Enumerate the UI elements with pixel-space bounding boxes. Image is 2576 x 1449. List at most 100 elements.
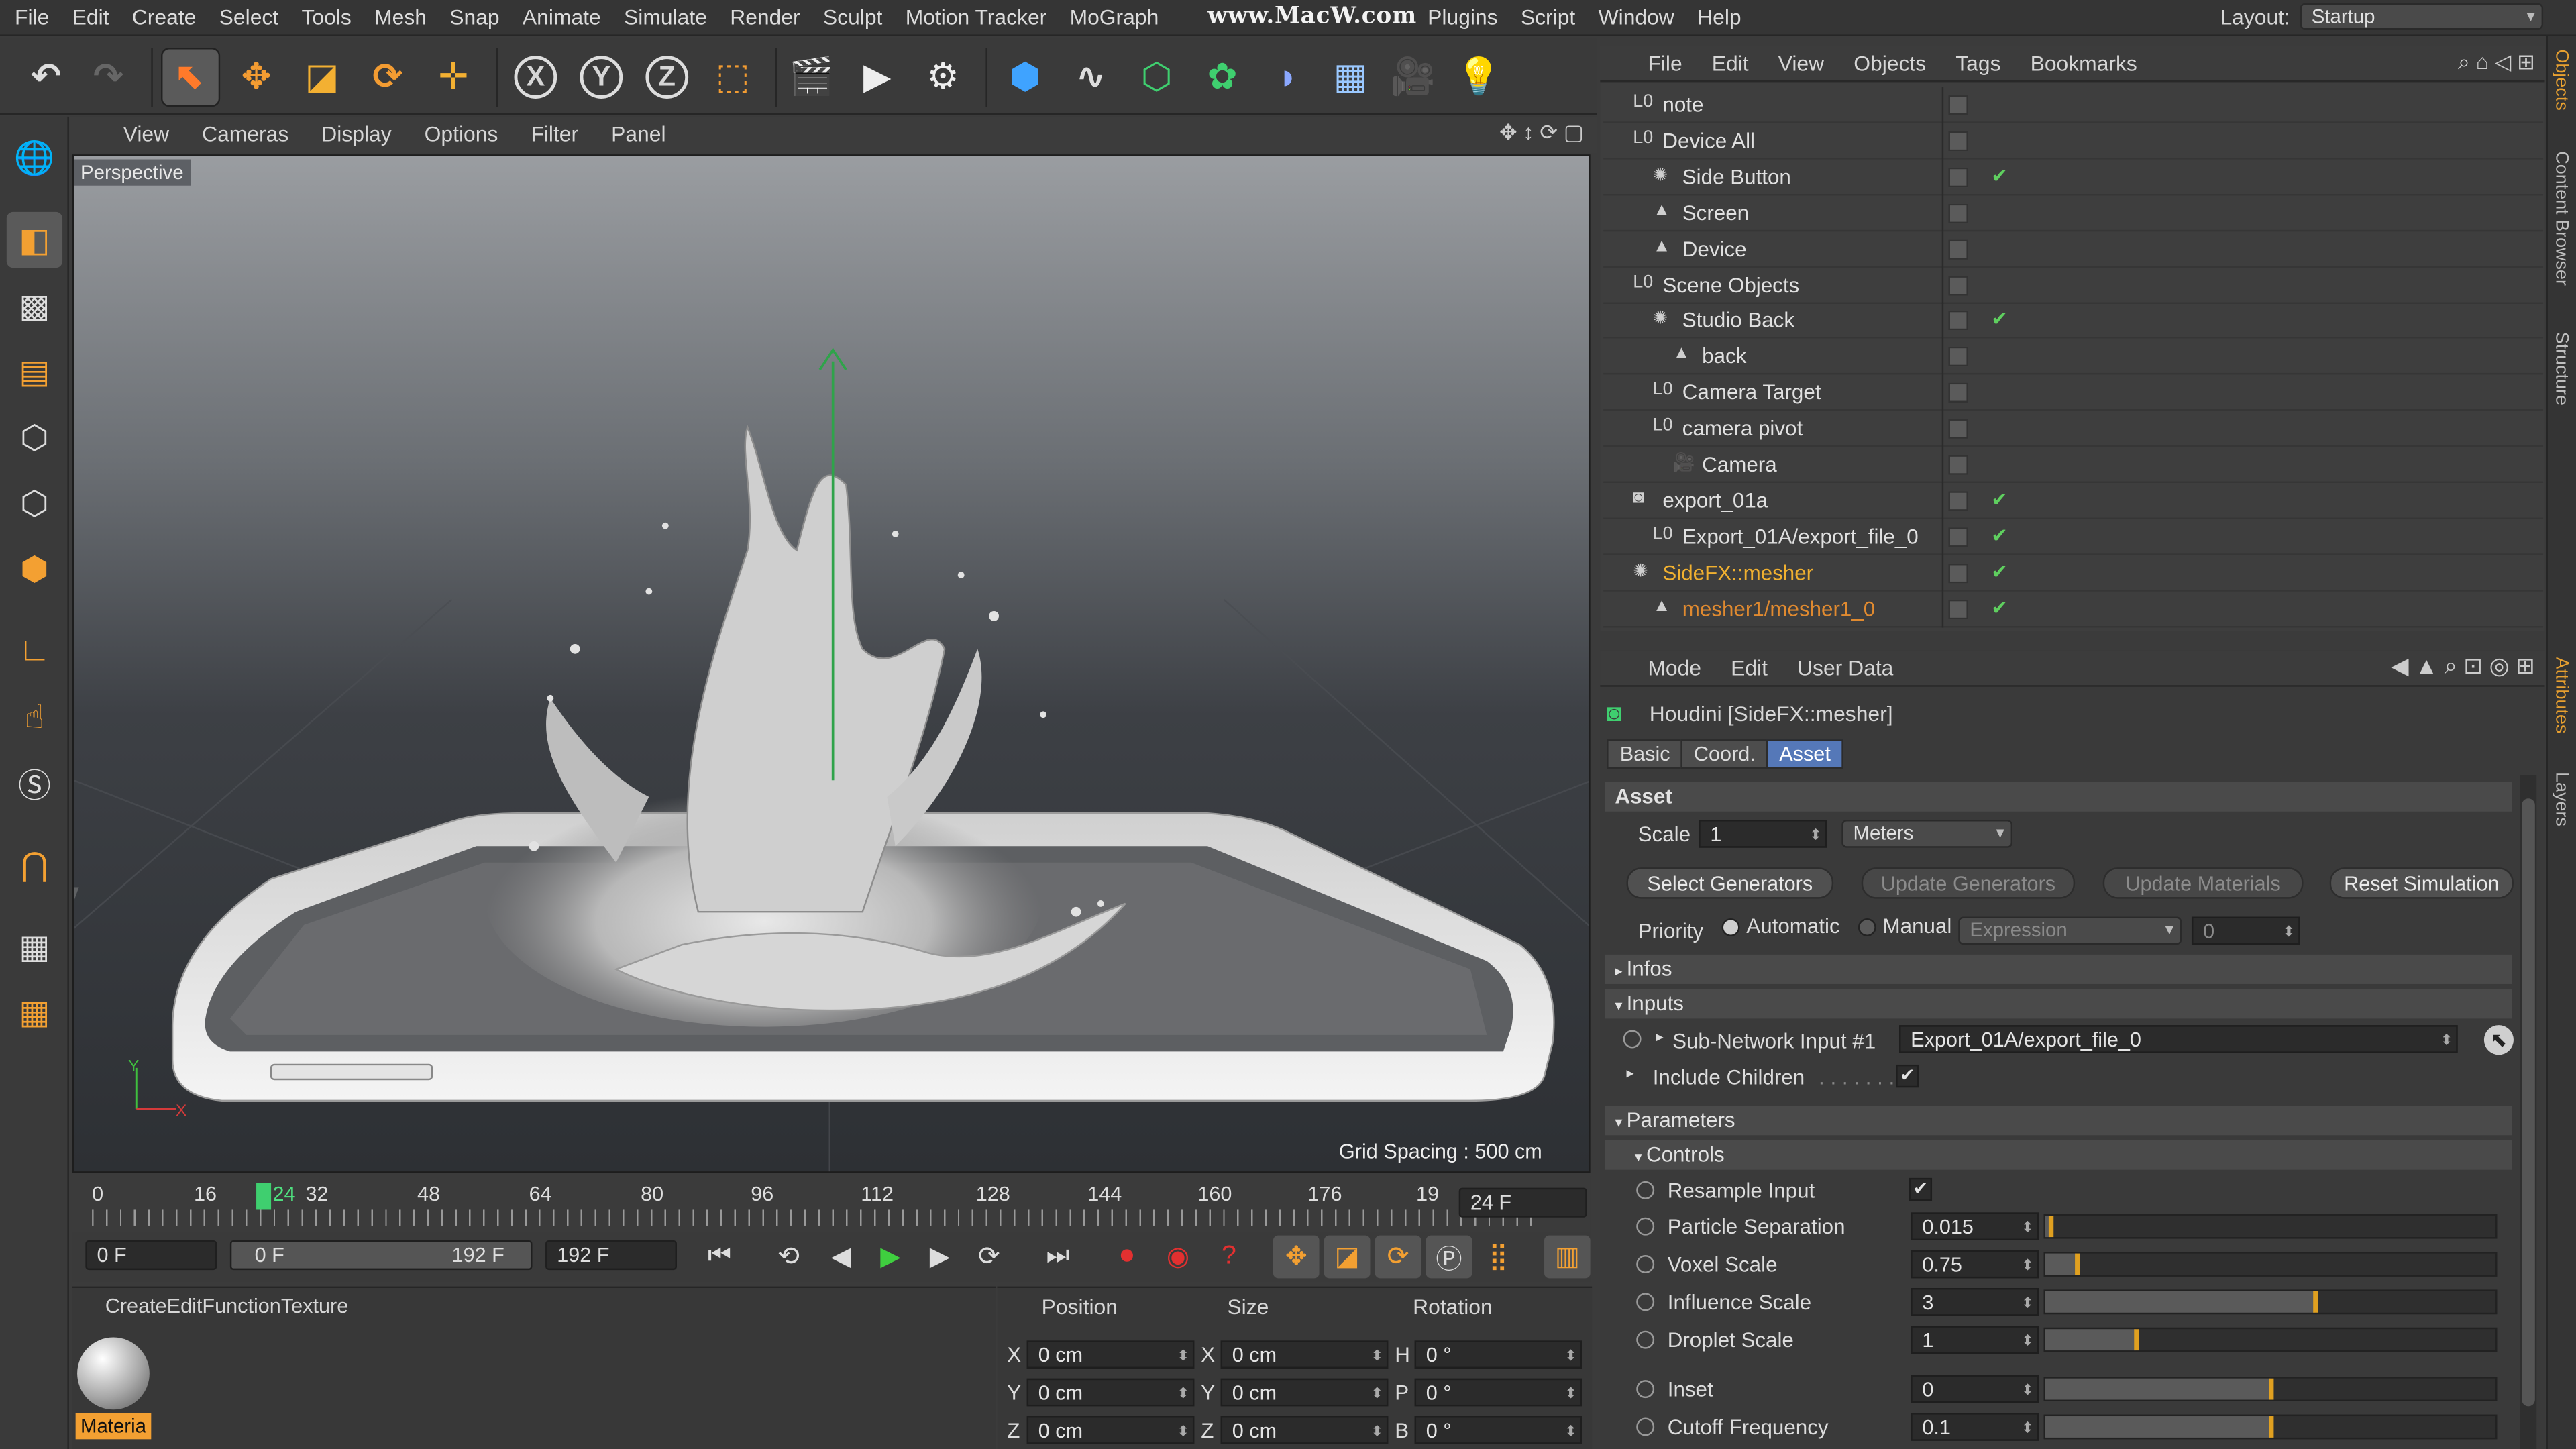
right-tab-structure[interactable]: Structure	[2551, 332, 2571, 405]
render-picture-viewer-icon[interactable]: ▶	[848, 48, 907, 107]
object-menu-file[interactable]: File	[1648, 51, 1682, 76]
enabled-check-icon[interactable]: ✔	[1991, 596, 2008, 619]
playhead[interactable]	[256, 1183, 272, 1210]
tab-coord[interactable]: Coord.	[1680, 739, 1769, 769]
param-slider[interactable]	[2043, 1289, 2498, 1315]
snap-icon[interactable]: ⋂	[7, 837, 62, 892]
attribute-scrollbar[interactable]	[2520, 775, 2537, 1449]
key-position-icon[interactable]: ✥	[1273, 1235, 1320, 1279]
pick-object-icon[interactable]: ⬉	[2483, 1025, 2514, 1055]
axis-mode-icon[interactable]: ∟	[7, 623, 62, 678]
rotation-field[interactable]: 0 °	[1414, 1416, 1582, 1444]
layer-flag[interactable]	[1948, 563, 1968, 583]
deformer-icon[interactable]: ◗	[1258, 48, 1318, 107]
param-slider[interactable]	[2043, 1327, 2498, 1352]
material-swatch[interactable]: Materia	[75, 1334, 152, 1443]
reset-simulation-button[interactable]: Reset Simulation	[2329, 867, 2514, 899]
viewport-menu-options[interactable]: Options	[425, 121, 498, 146]
edges-mode-icon[interactable]: ⬡	[7, 475, 62, 531]
layer-flag[interactable]	[1948, 131, 1968, 152]
menu-animate[interactable]: Animate	[523, 5, 601, 30]
resample-input-checkbox[interactable]: ✔	[1909, 1177, 1933, 1201]
select-generators-button[interactable]: Select Generators	[1626, 867, 1834, 899]
start-frame-field[interactable]: 0 F	[85, 1240, 217, 1271]
param-value-field[interactable]: 0.015	[1911, 1212, 2039, 1240]
record-icon[interactable]: ⏺	[1104, 1236, 1150, 1279]
layer-flag[interactable]	[1948, 598, 1968, 619]
rotate-tool-icon[interactable]: ⟳	[358, 48, 417, 107]
viewport-nav-icons[interactable]: ✥ ↕ ⟳ ▢	[1499, 120, 1584, 146]
model-mode-icon[interactable]: ◧	[6, 211, 63, 268]
layer-flag[interactable]	[1948, 419, 1968, 439]
play-icon[interactable]: ▶	[867, 1236, 914, 1279]
cloner-icon[interactable]: ✿	[1193, 48, 1252, 107]
right-tab-layers[interactable]: Layers	[2551, 772, 2571, 826]
tab-basic[interactable]: Basic	[1607, 739, 1684, 769]
redo-icon[interactable]: ↷	[79, 48, 138, 107]
viewport-menu-view[interactable]: View	[123, 121, 169, 146]
param-animation-radio[interactable]	[1636, 1417, 1655, 1436]
param-slider[interactable]	[2043, 1214, 2498, 1239]
go-to-end-icon[interactable]: ⏭	[1035, 1236, 1081, 1279]
include-children-checkbox[interactable]: ✔	[1896, 1064, 1919, 1088]
include-children-expand-icon[interactable]: ▸	[1627, 1065, 1634, 1083]
tab-asset[interactable]: Asset	[1766, 739, 1844, 769]
light-bulb-icon[interactable]: 💡	[1449, 48, 1508, 107]
right-tab-objects[interactable]: Objects	[2551, 49, 2571, 110]
param-value-field[interactable]: 1	[1911, 1326, 2039, 1354]
menu-file[interactable]: File	[15, 5, 49, 30]
end-frame-field[interactable]: 192 F	[545, 1240, 677, 1271]
menu-help[interactable]: Help	[1697, 5, 1741, 30]
size-field[interactable]: 0 cm	[1220, 1378, 1389, 1407]
menu-edit[interactable]: Edit	[72, 5, 109, 30]
material-menu-create[interactable]: Create	[105, 1295, 167, 1318]
infos-section[interactable]: ▸ Infos	[1605, 954, 2512, 984]
previous-key-icon[interactable]: ⟲	[765, 1236, 812, 1279]
rotation-field[interactable]: 0 °	[1414, 1378, 1582, 1407]
render-view-icon[interactable]: 🎬	[782, 48, 841, 107]
menu-render[interactable]: Render	[730, 5, 800, 30]
param-animation-radio[interactable]	[1636, 1380, 1655, 1399]
enabled-check-icon[interactable]: ✔	[1991, 524, 2008, 547]
current-frame-field[interactable]: 24 F	[1458, 1187, 1587, 1218]
transform-tool-icon[interactable]: ✛	[424, 48, 483, 107]
layer-flag[interactable]	[1948, 311, 1968, 331]
next-key-icon[interactable]: ⟳	[966, 1236, 1012, 1279]
rotation-field[interactable]: 0 °	[1414, 1340, 1582, 1369]
object-menu-objects[interactable]: Objects	[1854, 51, 1926, 76]
param-value-field[interactable]: 3	[1911, 1288, 2039, 1316]
texture-mode-icon[interactable]: ▩	[7, 278, 62, 333]
param-animation-radio[interactable]	[1636, 1181, 1655, 1199]
x-axis-icon[interactable]: X	[506, 48, 565, 107]
layer-flag[interactable]	[1948, 275, 1968, 295]
position-field[interactable]: 0 cm	[1026, 1378, 1195, 1407]
layer-flag[interactable]	[1948, 455, 1968, 475]
param-value-field[interactable]: 0	[1911, 1375, 2039, 1403]
timeline-window-icon[interactable]: ▥	[1544, 1235, 1591, 1279]
scale-tool-icon[interactable]: ◪	[292, 48, 352, 107]
previous-frame-icon[interactable]: ◀	[818, 1236, 865, 1279]
key-rotation-icon[interactable]: ⟳	[1375, 1235, 1421, 1279]
param-slider-knob[interactable]	[2269, 1416, 2274, 1438]
object-manager-tools-icons[interactable]: ⌕ ⌂ ◁ ⊞	[2458, 49, 2535, 75]
param-animation-radio[interactable]	[1636, 1255, 1655, 1273]
spline-pen-icon[interactable]: ∿	[1061, 48, 1120, 107]
menu-tools[interactable]: Tools	[301, 5, 351, 30]
enabled-check-icon[interactable]: ✔	[1991, 308, 2008, 331]
attribute-menu-user-data[interactable]: User Data	[1797, 655, 1893, 680]
parameters-section[interactable]: ▾ Parameters	[1605, 1106, 2512, 1136]
z-axis-icon[interactable]: Z	[637, 48, 696, 107]
key-parameter-icon[interactable]: Ⓟ	[1426, 1235, 1472, 1279]
param-animation-radio[interactable]	[1636, 1217, 1655, 1236]
tweak-mode-icon[interactable]: ☝	[7, 688, 62, 744]
y-axis-icon[interactable]: Y	[572, 48, 631, 107]
object-menu-tags[interactable]: Tags	[1955, 51, 2000, 76]
param-slider-knob[interactable]	[2314, 1291, 2319, 1313]
object-row[interactable]	[1603, 87, 2544, 123]
layout-dropdown[interactable]: Startup	[2300, 3, 2544, 30]
position-field[interactable]: 0 cm	[1026, 1416, 1195, 1444]
layer-flag[interactable]	[1948, 167, 1968, 187]
layer-flag[interactable]	[1948, 527, 1968, 547]
update-generators-button[interactable]: Update Generators	[1861, 867, 2076, 899]
controls-section[interactable]: ▾ Controls	[1605, 1140, 2512, 1170]
